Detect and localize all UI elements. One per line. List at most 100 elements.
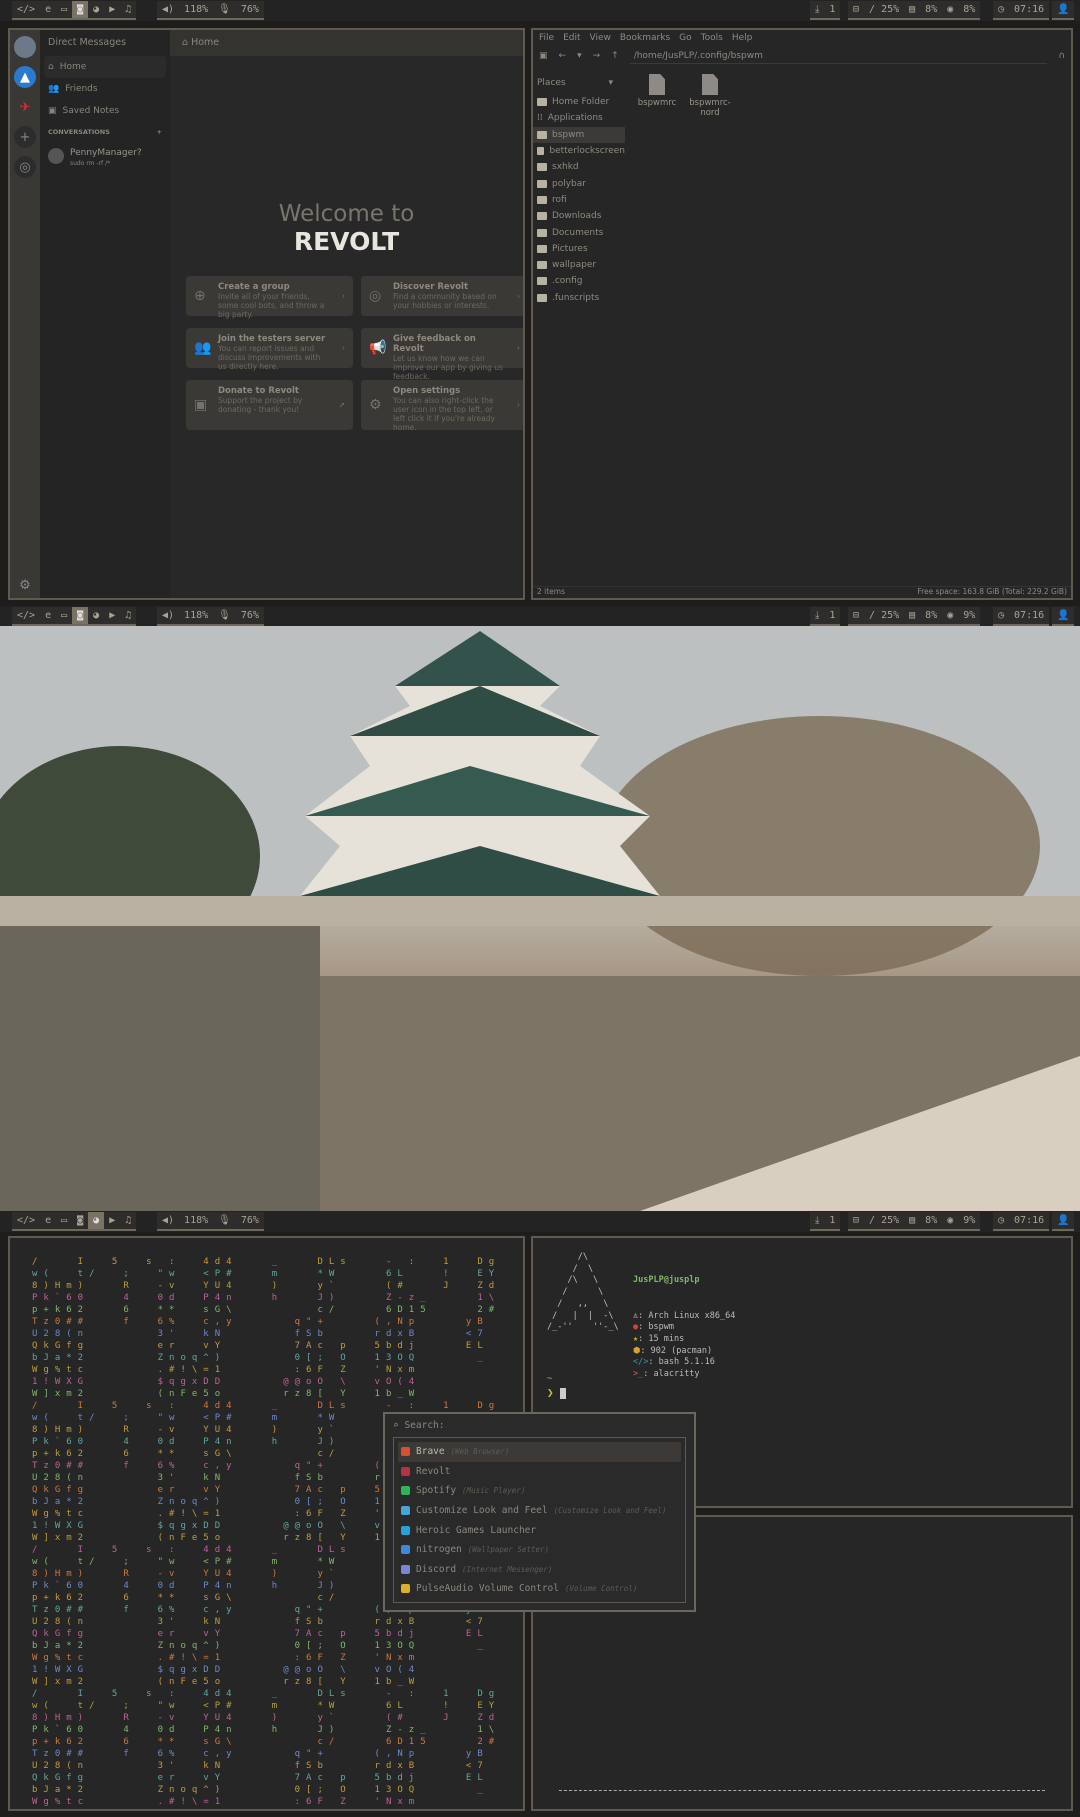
card-open-settings[interactable]: ⚙ Open settings You can also right-click t… [361, 380, 523, 432]
discord-workspace-icon[interactable]: ◕ [88, 1, 104, 18]
launcher-item[interactable]: Heroic Games Launcher [398, 1520, 681, 1540]
code-workspace-icon[interactable]: </> [12, 1212, 40, 1229]
place-item[interactable]: .funscripts [533, 290, 625, 306]
place-item[interactable]: .config [533, 273, 625, 289]
mic-value[interactable]: 76% [236, 1, 264, 18]
launcher-item[interactable]: Brave (Web Browser) [398, 1442, 681, 1462]
path-bar[interactable]: /home/JusPLP/.config/bspwm [629, 49, 1048, 64]
file-item[interactable]: bspwmrc [631, 74, 683, 108]
discord-workspace-icon[interactable]: ◕ [88, 607, 104, 624]
mic-icon[interactable]: 🎙 [213, 607, 236, 624]
discover-icon[interactable]: ◎ [14, 156, 36, 178]
back-icon[interactable]: ← [559, 51, 567, 61]
volume-value[interactable]: 118% [179, 1, 213, 18]
place-item[interactable]: Downloads [533, 208, 625, 224]
launcher-item[interactable]: Discord (Internet Messenger) [398, 1560, 681, 1580]
mic-icon[interactable]: 🎙 [213, 1, 236, 18]
power-module[interactable]: 👤 [1052, 1, 1075, 20]
nav-saved-notes[interactable]: ▣ Saved Notes [40, 100, 170, 122]
menu-view[interactable]: View [590, 33, 611, 43]
launcher-item[interactable]: nitrogen (Wallpaper Setter) [398, 1540, 681, 1560]
place-item[interactable]: Documents [533, 224, 625, 240]
file-icon [649, 74, 665, 95]
audio-module: ◀) 118% 🎙 76% [157, 1212, 264, 1231]
mic-icon[interactable]: 🎙 [213, 1212, 236, 1229]
card-create-a-group[interactable]: ⊕ Create a group Invite all of your friend… [186, 276, 353, 319]
forward-icon[interactable]: → [593, 51, 601, 61]
code-workspace-icon[interactable]: </> [12, 607, 40, 624]
clock-time: 07:16 [1014, 4, 1045, 15]
launcher-item[interactable]: Spotify (Music Player) [398, 1481, 681, 1501]
card-join-the-testers-server[interactable]: 👥 Join the testers server You can report i… [186, 328, 353, 371]
menu-go[interactable]: Go [679, 33, 691, 43]
power-module[interactable]: 👤 [1052, 1212, 1075, 1231]
place-item[interactable]: Pictures [533, 241, 625, 257]
discord-workspace-icon[interactable]: ◕ [88, 1212, 105, 1229]
place-item[interactable]: Home Folder [533, 94, 625, 110]
gamepad-workspace-icon[interactable]: ◙ [72, 1212, 88, 1229]
volume-icon[interactable]: ◀) [157, 607, 179, 624]
files-workspace-icon[interactable]: ▭ [56, 1, 72, 18]
youtube-workspace-icon[interactable]: ▶ [104, 607, 120, 624]
music-workspace-icon[interactable]: ♫ [120, 607, 136, 624]
updates-module[interactable]: ⤓ 1 [810, 1, 841, 20]
volume-value[interactable]: 118% [179, 607, 213, 624]
gamepad-workspace-icon[interactable]: ◙ [72, 1, 89, 18]
card-donate-to-revolt[interactable]: ▣ Donate to Revolt Support the project by … [186, 380, 353, 430]
gamepad-workspace-icon[interactable]: ◙ [72, 607, 89, 624]
history-dropdown-icon[interactable]: ▾ [577, 51, 582, 61]
menu-bookmarks[interactable]: Bookmarks [620, 33, 670, 43]
volume-icon[interactable]: ◀) [157, 1212, 179, 1229]
chevron-down-icon[interactable]: ▾ [608, 78, 613, 88]
music-workspace-icon[interactable]: ♫ [120, 1212, 136, 1229]
music-workspace-icon[interactable]: ♫ [120, 1, 136, 18]
clock-time: 07:16 [1014, 610, 1045, 621]
nav-home[interactable]: ⌂ Home [44, 56, 166, 78]
place-item[interactable]: ⁞⁞ Applications [533, 110, 625, 126]
files-workspace-icon[interactable]: ▭ [56, 1212, 72, 1229]
place-item[interactable]: bspwm [533, 126, 625, 143]
file-item[interactable]: bspwmrc-nord [684, 74, 736, 118]
launcher-item[interactable]: Revolt [398, 1462, 681, 1482]
user-avatar[interactable] [14, 36, 36, 58]
place-item[interactable]: sxhkd [533, 159, 625, 175]
volume-value[interactable]: 118% [179, 1212, 213, 1229]
nav-friends[interactable]: 👥 Friends [40, 78, 170, 100]
card-give-feedback-on-revolt[interactable]: 📢 Give feedback on Revolt Let us know how … [361, 328, 523, 381]
browser-workspace-icon[interactable]: e [40, 1, 56, 18]
mic-value[interactable]: 76% [236, 607, 264, 624]
search-input[interactable]: Search: [404, 1420, 444, 1431]
place-item[interactable]: wallpaper [533, 257, 625, 273]
youtube-workspace-icon[interactable]: ▶ [104, 1, 120, 18]
place-item[interactable]: betterlockscreen [533, 143, 625, 159]
server-arch-icon[interactable]: ▲ [14, 66, 36, 88]
menu-file[interactable]: File [539, 33, 554, 43]
computer-icon[interactable]: ▣ [539, 51, 548, 61]
add-server-icon[interactable]: + [14, 126, 36, 148]
server-icon[interactable]: ✈ [14, 96, 36, 118]
place-item[interactable]: rofi [533, 192, 625, 208]
youtube-workspace-icon[interactable]: ▶ [104, 1212, 120, 1229]
card-discover-revolt[interactable]: ◎ Discover Revolt Find a community based o… [361, 276, 523, 316]
browser-workspace-icon[interactable]: e [40, 1212, 56, 1229]
power-module[interactable]: 👤 [1052, 607, 1075, 626]
volume-icon[interactable]: ◀) [157, 1, 179, 18]
launcher-item[interactable]: PulseAudio Volume Control (Volume Control… [398, 1579, 681, 1599]
up-icon[interactable]: ↑ [611, 51, 619, 61]
settings-gear-icon[interactable]: ⚙ [14, 574, 36, 596]
updates-module[interactable]: ⤓ 1 [810, 607, 841, 626]
place-item[interactable]: polybar [533, 175, 625, 191]
menu-help[interactable]: Help [732, 33, 753, 43]
mic-value[interactable]: 76% [236, 1212, 264, 1229]
menu-tools[interactable]: Tools [701, 33, 723, 43]
add-conversation-button[interactable]: + [157, 128, 162, 136]
updates-module[interactable]: ⤓ 1 [810, 1212, 841, 1231]
menu-edit[interactable]: Edit [563, 33, 580, 43]
code-workspace-icon[interactable]: </> [12, 1, 40, 18]
files-workspace-icon[interactable]: ▭ [56, 607, 72, 624]
download-icon: ⤓ [815, 610, 820, 621]
conversation-item[interactable]: PennyManager? sudo rm -rf /* [40, 142, 170, 174]
launcher-item[interactable]: Customize Look and Feel (Customize Look a… [398, 1501, 681, 1521]
browser-workspace-icon[interactable]: e [40, 607, 56, 624]
toggle-path-icon[interactable]: ∩ [1058, 51, 1065, 61]
